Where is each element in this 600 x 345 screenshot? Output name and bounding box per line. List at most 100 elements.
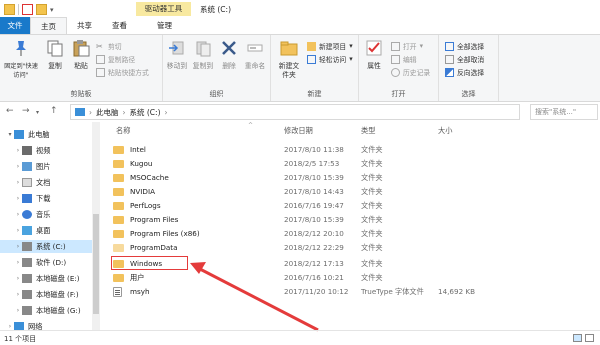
ribbon-tabs: 文件 主页 共享 查看 管理 [0,17,600,35]
new-folder-button[interactable]: 新建文件夹 [275,39,303,80]
tab-share[interactable]: 共享 [67,17,102,35]
copy-to-button[interactable]: 复制到 [191,39,215,71]
chevron-right-icon[interactable]: › [14,147,22,154]
properties-button[interactable]: 属性 [363,39,385,71]
ribbon: 固定到"快速访问" 复制 粘贴 ✂ 剪切 复制路径 粘贴快捷方式 剪贴板 移动到 [0,34,600,102]
select-group: 全部选择 全部取消 反向选择 选择 [439,35,499,101]
move-to-button[interactable]: 移动到 [165,39,189,71]
nav-item-downloads[interactable]: › 下载 [14,192,50,205]
scrollbar-thumb[interactable] [93,214,99,314]
folder-icon [113,146,124,154]
copy-path-button[interactable]: 复制路径 [96,54,135,64]
column-header-size[interactable]: 大小 [438,126,452,136]
forward-arrow-icon[interactable]: → [22,106,30,116]
easy-access-button[interactable]: 轻松访问 ▾ [307,54,353,64]
tab-home[interactable]: 主页 [30,17,67,35]
invert-selection-button[interactable]: 反向选择 [445,67,484,77]
chevron-right-icon[interactable]: › [14,291,22,298]
chevron-right-icon[interactable]: › [14,307,22,314]
breadcrumb-drive[interactable]: 系统 (C:) [130,107,161,118]
new-item-icon [307,41,316,51]
paste-shortcut-button[interactable]: 粘贴快捷方式 [96,67,149,77]
tab-file[interactable]: 文件 [0,17,30,35]
nav-item-this-pc[interactable]: ▾ 此电脑 [6,128,50,141]
details-view-icon[interactable] [573,334,582,342]
chevron-right-icon[interactable]: › [14,227,22,234]
file-row[interactable]: PerfLogs 2016/7/16 19:47 文件夹 [108,200,588,212]
chevron-down-icon[interactable]: ▾ [6,131,14,138]
file-row[interactable]: Intel 2017/8/10 11:38 文件夹 [108,144,588,156]
column-header-date[interactable]: 修改日期 [284,126,313,136]
chevron-right-icon[interactable]: › [14,275,22,282]
invert-selection-icon [445,67,454,77]
divider [18,4,19,15]
new-folder-quick-icon[interactable] [36,4,47,15]
tab-view[interactable]: 查看 [102,17,137,35]
pin-button[interactable]: 固定到"快速访问" [4,39,38,80]
nav-item-documents[interactable]: › 文档 [14,176,50,189]
nav-item-videos[interactable]: › 视频 [14,144,50,157]
nav-scrollbar[interactable] [92,122,100,330]
nav-item-pictures[interactable]: › 图片 [14,160,50,173]
chevron-down-icon[interactable]: ▾ [50,6,54,14]
file-row[interactable]: Program Files 2017/8/10 15:39 文件夹 [108,214,588,226]
file-row[interactable]: MSOCache 2017/8/10 15:39 文件夹 [108,172,588,184]
history-button[interactable]: 历史记录 [391,67,430,77]
nav-item-music[interactable]: › 音乐 [14,208,50,221]
desktop-icon [22,226,32,235]
large-icons-view-icon[interactable] [585,334,594,342]
search-input[interactable]: 搜索"系统..." [530,104,598,120]
select-all-button[interactable]: 全部选择 [445,41,484,51]
paste-button[interactable]: 粘贴 [70,39,92,71]
nav-item-desktop[interactable]: › 桌面 [14,224,50,237]
nav-item-drive-f[interactable]: › 本地磁盘 (F:) [14,288,79,301]
delete-icon [222,41,236,55]
breadcrumb-this-pc[interactable]: 此电脑 [96,107,119,118]
font-file-icon [113,287,122,297]
nav-item-drive-d[interactable]: › 软件 (D:) [14,256,66,269]
copy-button[interactable]: 复制 [44,39,66,71]
chevron-right-icon[interactable]: › [14,195,22,202]
chevron-right-icon[interactable]: › [14,211,22,218]
nav-item-network[interactable]: › 网络 [6,320,42,330]
tab-manage[interactable]: 管理 [147,17,182,35]
edit-button[interactable]: 编辑 [391,54,417,64]
new-item-button[interactable]: 新建项目 ▾ [307,41,353,51]
chevron-right-icon[interactable]: › [14,163,22,170]
chevron-right-icon[interactable]: › [14,179,22,186]
nav-item-drive-c[interactable]: › 系统 (C:) [0,240,92,253]
group-title: 打开 [391,90,406,98]
recent-locations-chevron-icon[interactable]: ▾ [36,109,39,116]
chevron-right-icon[interactable]: › [14,243,22,250]
chevron-right-icon[interactable]: › [6,323,14,330]
properties-quick-icon[interactable] [22,4,33,15]
column-header-type[interactable]: 类型 [361,126,375,136]
chevron-right-icon[interactable]: › [14,259,22,266]
file-row[interactable]: msyh 2017/11/20 10:12 TrueType 字体文件 14,6… [108,286,588,298]
paste-icon [73,40,90,57]
column-header-name[interactable]: 名称 [116,126,130,136]
nav-item-drive-e[interactable]: › 本地磁盘 (E:) [14,272,80,285]
computer-icon [14,130,24,139]
back-arrow-icon[interactable]: ← [6,106,14,116]
context-tab-drive-tools[interactable]: 驱动器工具 [136,2,191,16]
cut-button[interactable]: ✂ 剪切 [96,41,122,52]
file-row[interactable]: NVIDIA 2017/8/10 14:43 文件夹 [108,186,588,198]
open-button[interactable]: 打开 ▾ [391,41,423,51]
properties-icon [366,40,382,56]
up-arrow-icon[interactable]: ↑ [50,106,58,116]
breadcrumb[interactable]: › 此电脑 › 系统 (C:) › [70,104,520,120]
rename-button[interactable]: 重命名 [243,39,267,71]
file-row[interactable]: Kugou 2018/2/5 17:53 文件夹 [108,158,588,170]
file-row[interactable]: Program Files (x86) 2018/2/12 20:10 文件夹 [108,228,588,240]
file-row[interactable]: 用户 2016/7/16 10:21 文件夹 [108,272,588,284]
folder-icon [113,274,124,282]
drive-icon [22,258,32,267]
file-row[interactable]: ProgramData 2018/2/12 22:29 文件夹 [108,242,588,254]
select-none-button[interactable]: 全部取消 [445,54,484,64]
drive-icon [22,242,32,251]
delete-button[interactable]: 删除 [219,39,239,71]
folder-icon [113,244,124,252]
nav-item-drive-g[interactable]: › 本地磁盘 (G:) [14,304,81,317]
group-title: 组织 [209,90,224,98]
